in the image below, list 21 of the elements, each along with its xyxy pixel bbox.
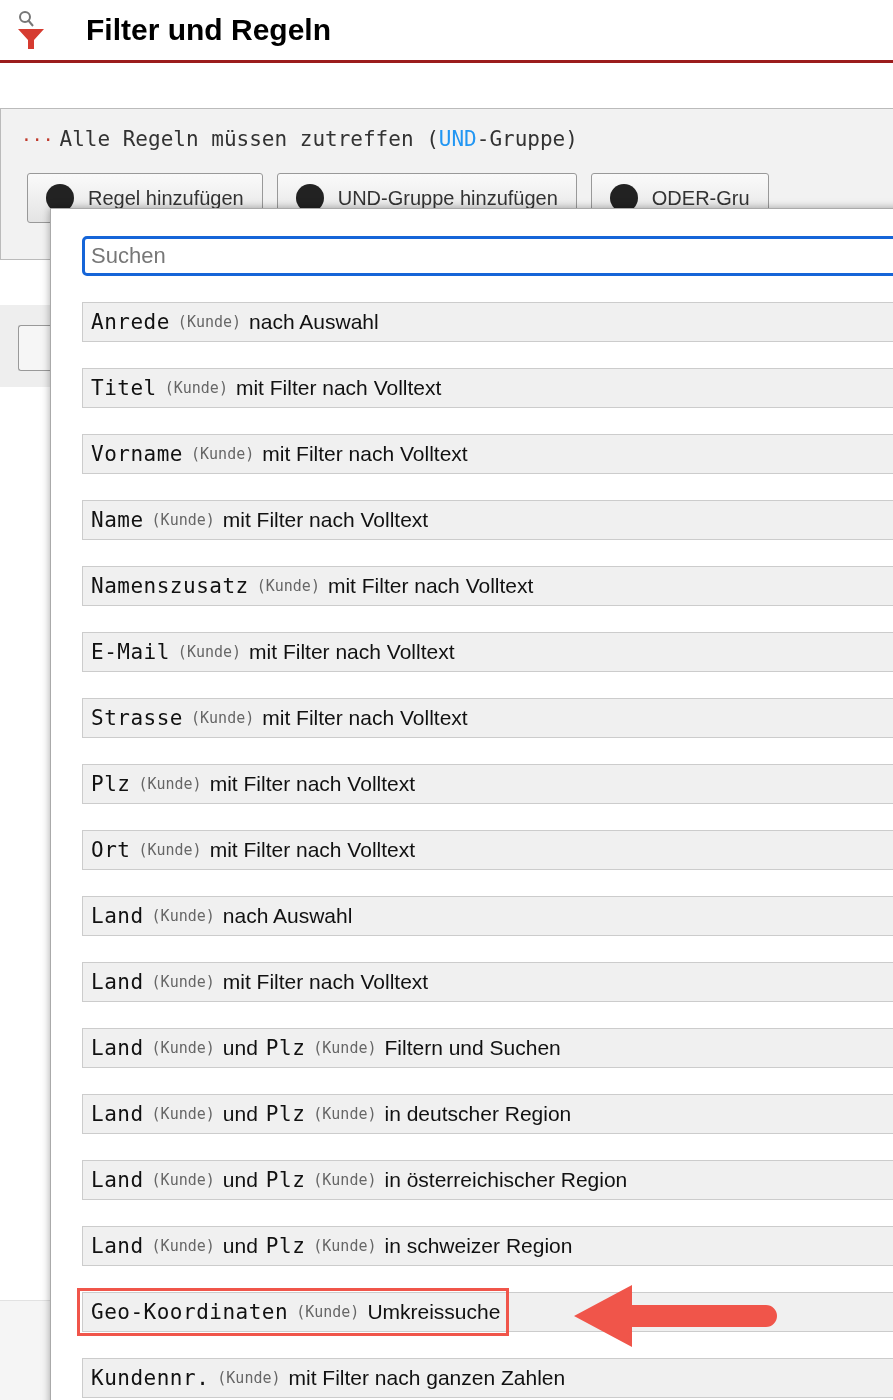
rule-option[interactable]: Titel (Kunde) mit Filter nach Volltext xyxy=(82,368,893,408)
rule-option[interactable]: Anrede (Kunde) nach Auswahl xyxy=(82,302,893,342)
search-field[interactable]: Suchen xyxy=(82,236,893,276)
page-title: Filter und Regeln xyxy=(86,13,331,47)
rule-option[interactable]: Land (Kunde) und Plz (Kunde) Filtern und Suchen xyxy=(82,1028,893,1068)
rule-option[interactable]: Name (Kunde) mit Filter nach Volltext xyxy=(82,500,893,540)
group-description: Alle Regeln müssen zutreffen (UND-Gruppe) xyxy=(59,127,578,151)
ellipsis-icon: ··· xyxy=(21,128,54,150)
rule-option[interactable]: Land (Kunde) nach Auswahl xyxy=(82,896,893,936)
rule-option[interactable]: Ort (Kunde) mit Filter nach Volltext xyxy=(82,830,893,870)
rule-option[interactable]: Land (Kunde) mit Filter nach Volltext xyxy=(82,962,893,1002)
rule-option[interactable]: Strasse (Kunde) mit Filter nach Volltext xyxy=(82,698,893,738)
rule-option[interactable]: Land (Kunde) und Plz (Kunde) in österreichischer Region xyxy=(82,1160,893,1200)
rule-option[interactable]: Kundennr. (Kunde) mit Filter nach ganzen Zahlen xyxy=(82,1358,893,1398)
rule-option[interactable]: E-Mail (Kunde) mit Filter nach Volltext xyxy=(82,632,893,672)
rule-option[interactable]: Vorname (Kunde) mit Filter nach Volltext xyxy=(82,434,893,474)
rule-option[interactable]: Land (Kunde) und Plz (Kunde) in schweizer Region xyxy=(82,1226,893,1266)
rule-option[interactable]: Land (Kunde) und Plz (Kunde) in deutscher Region xyxy=(82,1094,893,1134)
funnel-icon xyxy=(16,9,46,51)
rule-option[interactable]: Namenszusatz (Kunde) mit Filter nach Volltext xyxy=(82,566,893,606)
rule-option[interactable]: Plz (Kunde) mit Filter nach Volltext xyxy=(82,764,893,804)
